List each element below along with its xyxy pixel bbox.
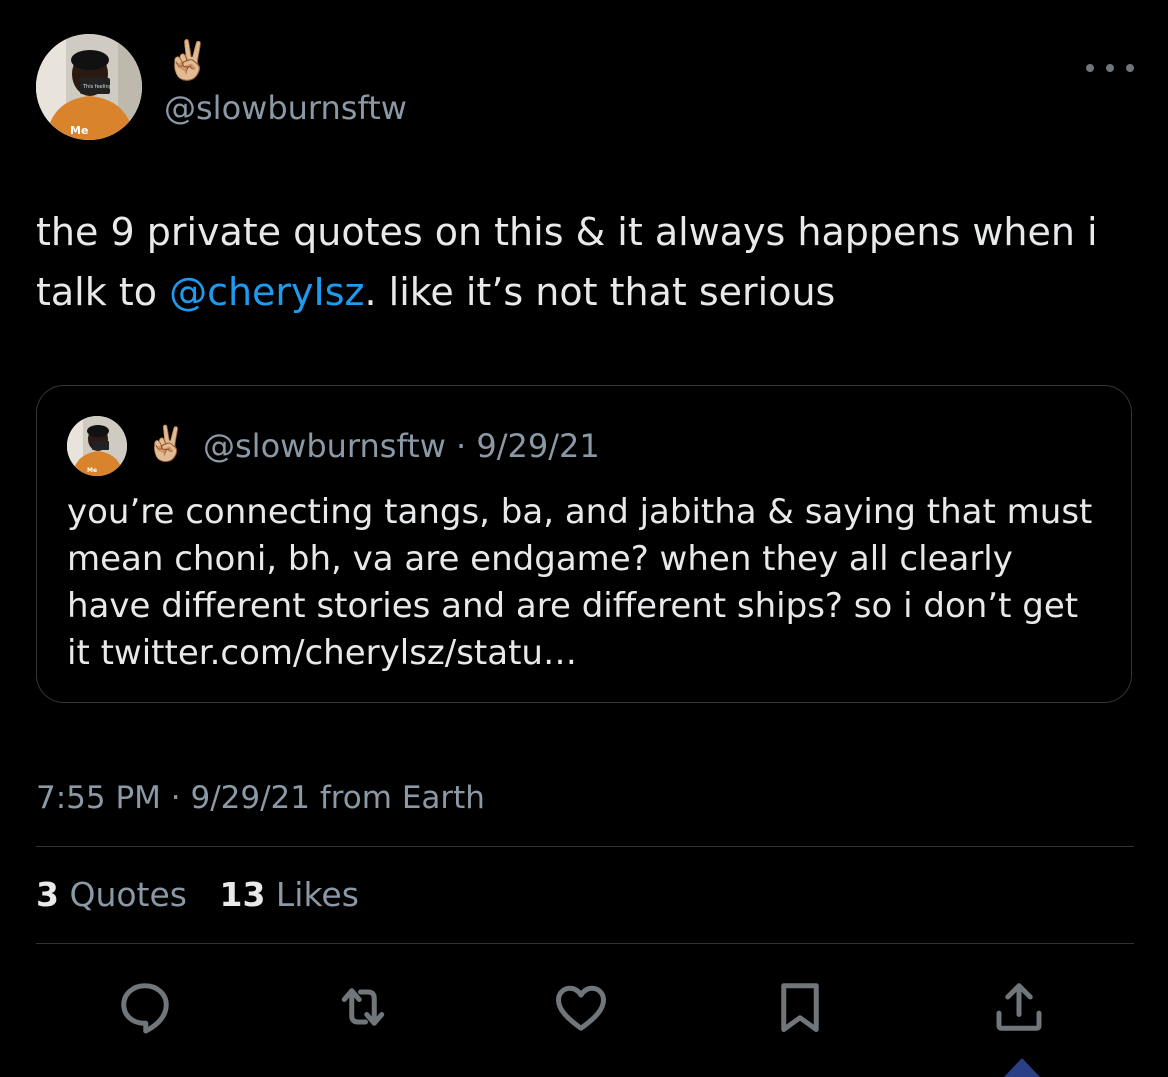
- tweet-text: the 9 private quotes on this & it always…: [36, 202, 1126, 322]
- share-button[interactable]: [987, 975, 1051, 1039]
- bookmark-icon: [781, 983, 819, 1032]
- tweet-text-end: . like it’s not that serious: [364, 270, 836, 314]
- tweet-stats: 3 Quotes 13 Likes: [36, 872, 381, 918]
- avatar-image: This feeling Me: [36, 34, 142, 140]
- retweet-icon: [341, 988, 385, 1026]
- quoted-author-avatar: Me: [67, 416, 127, 476]
- more-dot-icon: [1106, 64, 1114, 72]
- likes-count: 13: [219, 875, 266, 914]
- divider: [36, 943, 1134, 944]
- reply-button[interactable]: [113, 975, 177, 1039]
- author-avatar[interactable]: This feeling Me: [36, 34, 142, 140]
- bookmark-button[interactable]: [768, 975, 832, 1039]
- like-button[interactable]: [549, 975, 613, 1039]
- quotes-label: Quotes: [69, 875, 187, 914]
- share-icon: [996, 983, 1042, 1031]
- likes-stat[interactable]: 13 Likes: [219, 872, 358, 918]
- avatar-card-text: This feeling: [82, 84, 112, 90]
- retweet-button[interactable]: [331, 975, 395, 1039]
- quoted-avatar-caption: Me: [87, 467, 97, 474]
- mention-link[interactable]: @cheryIsz: [169, 270, 364, 314]
- reply-icon: [121, 983, 169, 1034]
- tweet-timestamp[interactable]: 7:55 PM · 9/29/21 from Earth: [36, 776, 485, 820]
- quotes-stat[interactable]: 3 Quotes: [36, 872, 187, 918]
- quoted-avatar-image: Me: [67, 416, 127, 476]
- author-display-name[interactable]: ✌🏼: [164, 38, 211, 82]
- divider: [36, 846, 1134, 847]
- more-dot-icon: [1126, 64, 1134, 72]
- more-dot-icon: [1086, 64, 1094, 72]
- like-icon: [556, 985, 606, 1031]
- quotes-count: 3: [36, 875, 59, 914]
- quoted-handle-date: @slowburnsftw · 9/29/21: [203, 427, 600, 465]
- quoted-display-name: ✌🏼: [145, 424, 188, 464]
- likes-label: Likes: [275, 875, 359, 914]
- quoted-tweet-text: you’re connecting tangs, ba, and jabitha…: [67, 492, 1093, 673]
- quoted-tweet-card[interactable]: Me ✌🏼 @slowburnsftw · 9/29/21 you’re con…: [36, 385, 1132, 703]
- avatar-caption: Me: [70, 124, 88, 137]
- share-menu-caret: [1004, 1058, 1040, 1077]
- more-options-button[interactable]: [1086, 56, 1134, 80]
- author-handle[interactable]: @slowburnsftw: [164, 88, 407, 128]
